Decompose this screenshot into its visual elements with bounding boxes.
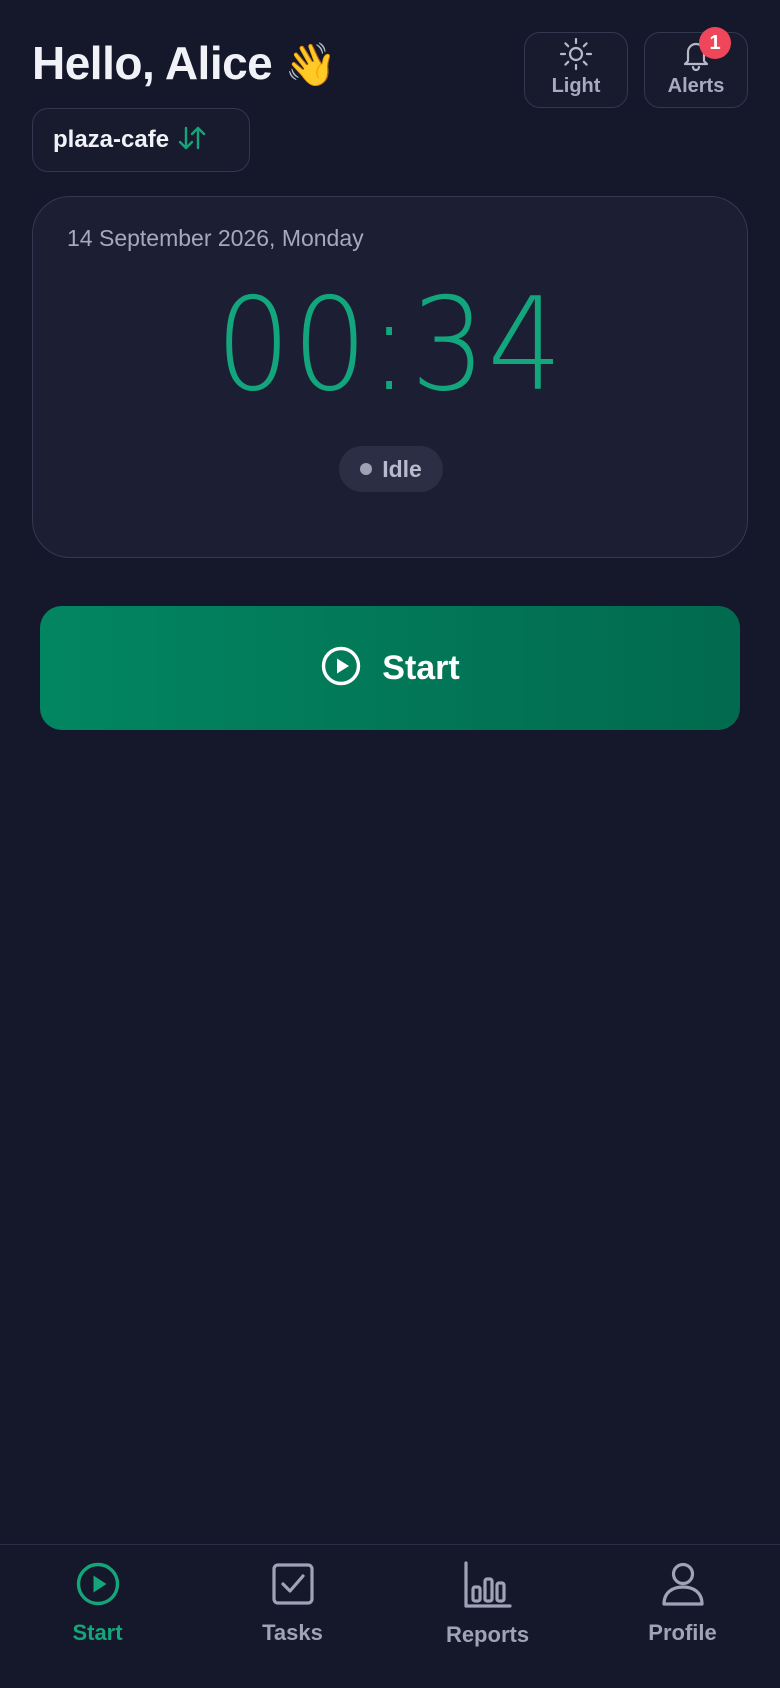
alerts-label: Alerts [667,75,725,97]
greeting-title: Hello, Alice 👋 [32,36,337,90]
play-circle-icon [320,645,362,692]
nav-label-tasks: Tasks [262,1620,323,1645]
nav-item-tasks[interactable]: Tasks [195,1545,390,1688]
user-icon [660,1561,706,1612]
nav-label-profile: Profile [648,1620,717,1645]
app-root: Hello, Alice 👋 Light Alerts 1 plaza-cafe… [0,0,780,1688]
location-switcher[interactable]: plaza-cafe [32,108,250,172]
theme-toggle-button[interactable]: Light [524,32,628,108]
nav-item-profile[interactable]: Profile [585,1545,780,1688]
bottom-nav: Start Tasks Reports Profile [0,1544,780,1688]
status-badge: Idle [339,446,443,492]
clock-card: 14 September 2026, Monday 00:34 Idle [32,196,748,558]
sun-icon [559,37,593,71]
alerts-count-badge: 1 [699,27,731,59]
nav-item-start[interactable]: Start [0,1545,195,1688]
start-button[interactable]: Start [40,606,740,730]
location-name: plaza-cafe [53,126,170,153]
wave-emoji: 👋 [284,40,337,89]
greeting-text: Hello, Alice [32,37,273,89]
status-text: Idle [382,455,422,482]
nav-item-reports[interactable]: Reports [390,1545,585,1688]
nav-label-start: Start [72,1620,123,1645]
alerts-button[interactable]: Alerts 1 [644,27,748,108]
theme-toggle-label: Light [551,75,601,97]
checkbox-icon [270,1561,316,1612]
bar-chart-icon [463,1561,513,1614]
status-dot-icon [360,463,373,475]
start-button-label: Start [382,648,460,687]
current-date: 14 September 2026, Monday [67,225,364,251]
timer-display: 00:34 [215,271,565,420]
play-circle-icon [75,1561,121,1612]
swap-arrows-icon [177,124,207,157]
nav-label-reports: Reports [445,1622,530,1647]
